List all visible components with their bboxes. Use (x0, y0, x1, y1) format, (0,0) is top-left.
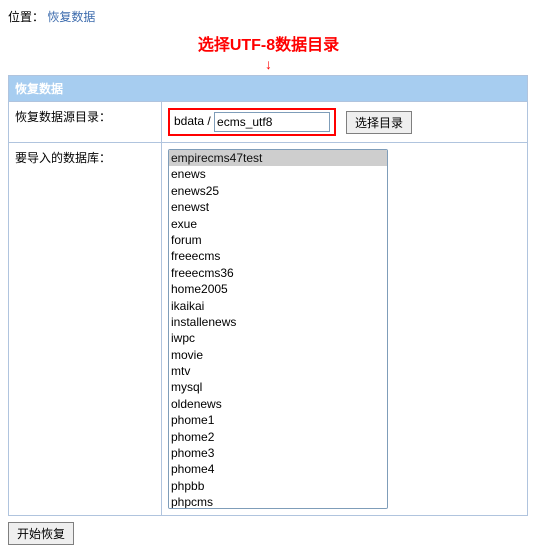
import-db-label: 要导入的数据库： (9, 143, 162, 516)
db-option[interactable]: empirecms47test (169, 150, 387, 166)
db-option[interactable]: phpbb (169, 478, 387, 494)
restore-form-table: 恢复数据 恢复数据源目录： bdata / 选择目录 要导入的数据库： empi… (8, 75, 528, 516)
db-option[interactable]: enews (169, 166, 387, 182)
import-db-cell: empirecms47testenewsenews25enewstexuefor… (162, 143, 528, 516)
db-option[interactable]: movie (169, 347, 387, 363)
db-option[interactable]: phome2 (169, 429, 387, 445)
db-option[interactable]: ikaikai (169, 298, 387, 314)
source-dir-input[interactable] (214, 112, 330, 132)
location-label: 位置： (8, 10, 44, 24)
start-restore-button[interactable]: 开始恢复 (8, 522, 74, 545)
db-option[interactable]: phome4 (169, 461, 387, 477)
db-option[interactable]: installenews (169, 314, 387, 330)
db-option[interactable]: phome1 (169, 412, 387, 428)
annotation-text: 选择UTF-8数据目录 (8, 31, 529, 55)
source-dir-cell: bdata / 选择目录 (162, 102, 528, 143)
db-option[interactable]: enewst (169, 199, 387, 215)
db-option[interactable]: freeecms36 (169, 265, 387, 281)
annotation-arrow-icon: ↓ (8, 57, 529, 71)
db-option[interactable]: home2005 (169, 281, 387, 297)
database-listbox[interactable]: empirecms47testenewsenews25enewstexuefor… (168, 149, 388, 509)
dir-prefix: bdata / (174, 114, 214, 128)
source-dir-highlight: bdata / (168, 108, 336, 136)
db-option[interactable]: forum (169, 232, 387, 248)
breadcrumb: 位置： 恢复数据 (8, 8, 529, 25)
db-option[interactable]: phome3 (169, 445, 387, 461)
db-option[interactable]: exue (169, 216, 387, 232)
panel-header: 恢复数据 (9, 76, 528, 102)
db-option[interactable]: mysql (169, 379, 387, 395)
db-option[interactable]: oldenews (169, 396, 387, 412)
db-option[interactable]: iwpc (169, 330, 387, 346)
db-option[interactable]: mtv (169, 363, 387, 379)
db-option[interactable]: enews25 (169, 183, 387, 199)
source-dir-label: 恢复数据源目录： (9, 102, 162, 143)
choose-dir-button[interactable]: 选择目录 (346, 111, 412, 134)
db-option[interactable]: phpcms (169, 494, 387, 509)
location-link[interactable]: 恢复数据 (47, 10, 95, 24)
db-option[interactable]: freeecms (169, 248, 387, 264)
